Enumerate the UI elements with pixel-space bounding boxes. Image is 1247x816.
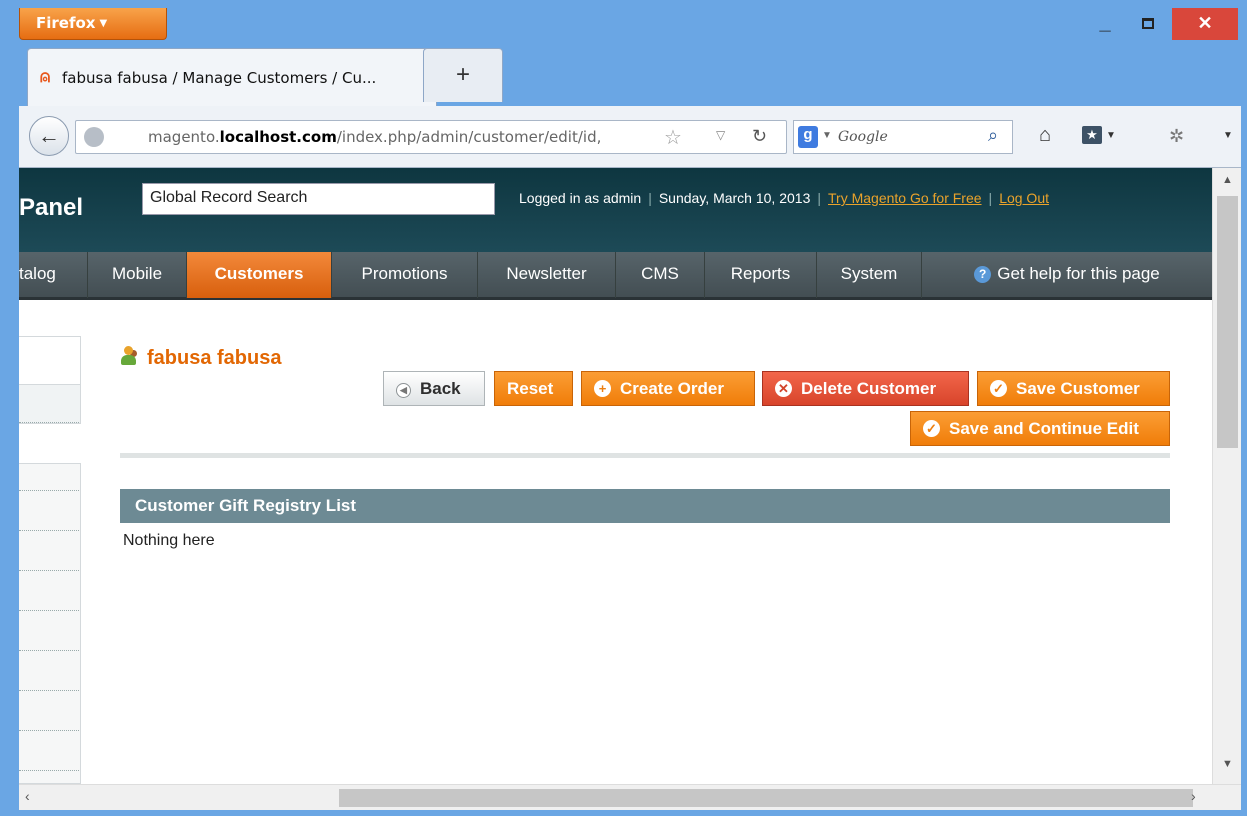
tab-title: fabusa fabusa / Manage Customers / Cu... [62, 69, 377, 87]
url-text[interactable]: magento.localhost.com/index.php/admin/cu… [148, 128, 601, 146]
check-icon: ✓ [990, 380, 1007, 397]
globe-icon [84, 127, 104, 147]
page-viewport: Panel Global Record Search Logged in as … [19, 168, 1241, 784]
delete-customer-button[interactable]: ✕ Delete Customer [762, 371, 969, 406]
firefox-menu-arrow-icon: ▼ [99, 18, 108, 29]
nav-item-promotions[interactable]: Promotions [332, 252, 478, 298]
magento-favicon-icon: ⍝ [40, 67, 51, 86]
url-prefix: magento. [148, 128, 220, 146]
admin-panel-title: Panel [19, 194, 84, 221]
addon-icon[interactable]: ✲ [1169, 126, 1184, 147]
url-host: localhost.com [219, 128, 337, 146]
star-icon[interactable]: ☆ [664, 125, 682, 150]
menu-icon[interactable]: ▼ [1223, 130, 1233, 141]
create-order-button[interactable]: + Create Order [581, 371, 755, 406]
delete-customer-label: Delete Customer [801, 379, 937, 398]
tab-customer-edit[interactable]: ⍝ fabusa fabusa / Manage Customers / Cu.… [27, 48, 437, 106]
save-customer-button[interactable]: ✓ Save Customer [977, 371, 1170, 406]
vertical-scroll-thumb[interactable] [1217, 196, 1238, 448]
help-label: Get help for this page [997, 264, 1160, 283]
minimize-button[interactable]: _ [1085, 8, 1125, 40]
customer-name: fabusa fabusa [147, 347, 282, 369]
google-icon[interactable]: g [798, 126, 818, 148]
bookmarks-icon[interactable]: ★ [1082, 126, 1102, 144]
history-dropdown-icon[interactable]: ▽ [716, 128, 725, 142]
engine-dropdown-icon[interactable]: ▼ [822, 130, 832, 141]
header-date: Sunday, March 10, 2013 [658, 190, 811, 206]
tab-bar: ⍝ fabusa fabusa / Manage Customers / Cu.… [19, 44, 1241, 106]
maximize-button[interactable] [1128, 8, 1168, 40]
help-icon: ? [974, 266, 992, 283]
delete-icon: ✕ [775, 380, 792, 397]
scroll-down-icon[interactable]: ▼ [1222, 758, 1233, 770]
nav-item-customers[interactable]: Customers [187, 252, 332, 298]
sidebar-tab-header [19, 336, 81, 384]
vertical-scrollbar[interactable]: ▲ ▼ [1212, 168, 1241, 784]
nav-item-mobile[interactable]: Mobile [88, 252, 187, 298]
customer-tabs-sidebar [19, 336, 81, 784]
check-icon: ✓ [923, 420, 940, 437]
save-customer-label: Save Customer [1016, 379, 1140, 398]
scroll-right-icon[interactable]: › [1191, 788, 1196, 804]
nav-item-reports[interactable]: Reports [705, 252, 817, 298]
nav-item-help[interactable]: ? Get help for this page [922, 252, 1212, 298]
search-bar[interactable]: g ▼ Google ⌕ [793, 120, 1013, 154]
url-path: /index.php/admin/customer/edit/id, [336, 128, 602, 146]
save-continue-edit-button[interactable]: ✓ Save and Continue Edit [910, 411, 1170, 446]
back-icon: ◀ [396, 383, 411, 398]
sidebar-tab-item[interactable] [19, 530, 79, 531]
sidebar-tab-item[interactable] [19, 770, 79, 771]
home-icon[interactable]: ⌂ [1039, 124, 1051, 147]
sidebar-separator [19, 422, 79, 423]
navigation-toolbar: ← magento.localhost.com/index.php/admin/… [19, 106, 1241, 168]
firefox-menu-button[interactable]: Firefox ▼ [19, 8, 167, 40]
back-button[interactable]: ◀ Back [383, 371, 485, 406]
gift-registry-section-header: Customer Gift Registry List [120, 489, 1170, 523]
scroll-up-icon[interactable]: ▲ [1222, 174, 1233, 186]
search-icon[interactable]: ⌕ [988, 125, 998, 146]
horizontal-scrollbar[interactable]: ‹ › [19, 784, 1241, 810]
customer-icon [119, 346, 139, 366]
scroll-left-icon[interactable]: ‹ [25, 788, 30, 804]
sidebar-tab-item[interactable] [19, 490, 79, 491]
nav-item-system[interactable]: System [817, 252, 922, 298]
nav-item-newsletter[interactable]: Newsletter [478, 252, 616, 298]
sidebar-tab-item[interactable] [19, 570, 79, 571]
nav-item-cms[interactable]: CMS [616, 252, 705, 298]
maximize-icon [1142, 18, 1154, 29]
empty-state-message: Nothing here [123, 532, 215, 549]
search-placeholder: Google [838, 129, 888, 145]
sidebar-tab-item[interactable] [19, 650, 79, 651]
content-divider [120, 453, 1170, 458]
back-arrow-icon[interactable]: ← [29, 116, 69, 156]
bookmarks-dropdown-icon[interactable]: ▼ [1106, 130, 1116, 141]
logout-link[interactable]: Log Out [999, 190, 1049, 206]
close-window-button[interactable]: ✕ [1172, 8, 1238, 40]
try-magento-go-link[interactable]: Try Magento Go for Free [828, 190, 982, 206]
logged-in-text: Logged in as admin [519, 190, 642, 206]
firefox-menu-label: Firefox [36, 14, 96, 32]
sidebar-tab-item[interactable] [19, 384, 81, 424]
global-record-search-input[interactable]: Global Record Search [142, 183, 495, 215]
plus-icon: + [594, 380, 611, 397]
back-label: Back [420, 379, 461, 398]
admin-menu: talog Mobile Customers Promotions Newsle… [19, 252, 1212, 300]
page-title: fabusa fabusa [119, 346, 281, 370]
browser-window: Firefox ▼ _ ✕ ⍝ fabusa fabusa / Manage Cu… [0, 0, 1247, 816]
sidebar-tab-item[interactable] [19, 690, 79, 691]
reset-label: Reset [507, 379, 554, 398]
url-bar[interactable]: magento.localhost.com/index.php/admin/cu… [75, 120, 787, 154]
admin-header: Panel Global Record Search Logged in as … [19, 168, 1212, 252]
sidebar-tab-item[interactable] [19, 610, 79, 611]
nav-item-catalog[interactable]: talog [19, 252, 88, 298]
new-tab-button[interactable]: + [423, 48, 503, 102]
create-order-label: Create Order [620, 379, 724, 398]
reset-button[interactable]: Reset [494, 371, 573, 406]
reload-icon[interactable]: ↻ [752, 126, 767, 147]
save-continue-label: Save and Continue Edit [949, 419, 1139, 438]
sidebar-tab-item[interactable] [19, 730, 79, 731]
horizontal-scroll-thumb[interactable] [339, 789, 1193, 807]
sidebar-tab-list [19, 463, 81, 784]
header-links: Logged in as admin | Sunday, March 10, 201… [519, 190, 1050, 206]
